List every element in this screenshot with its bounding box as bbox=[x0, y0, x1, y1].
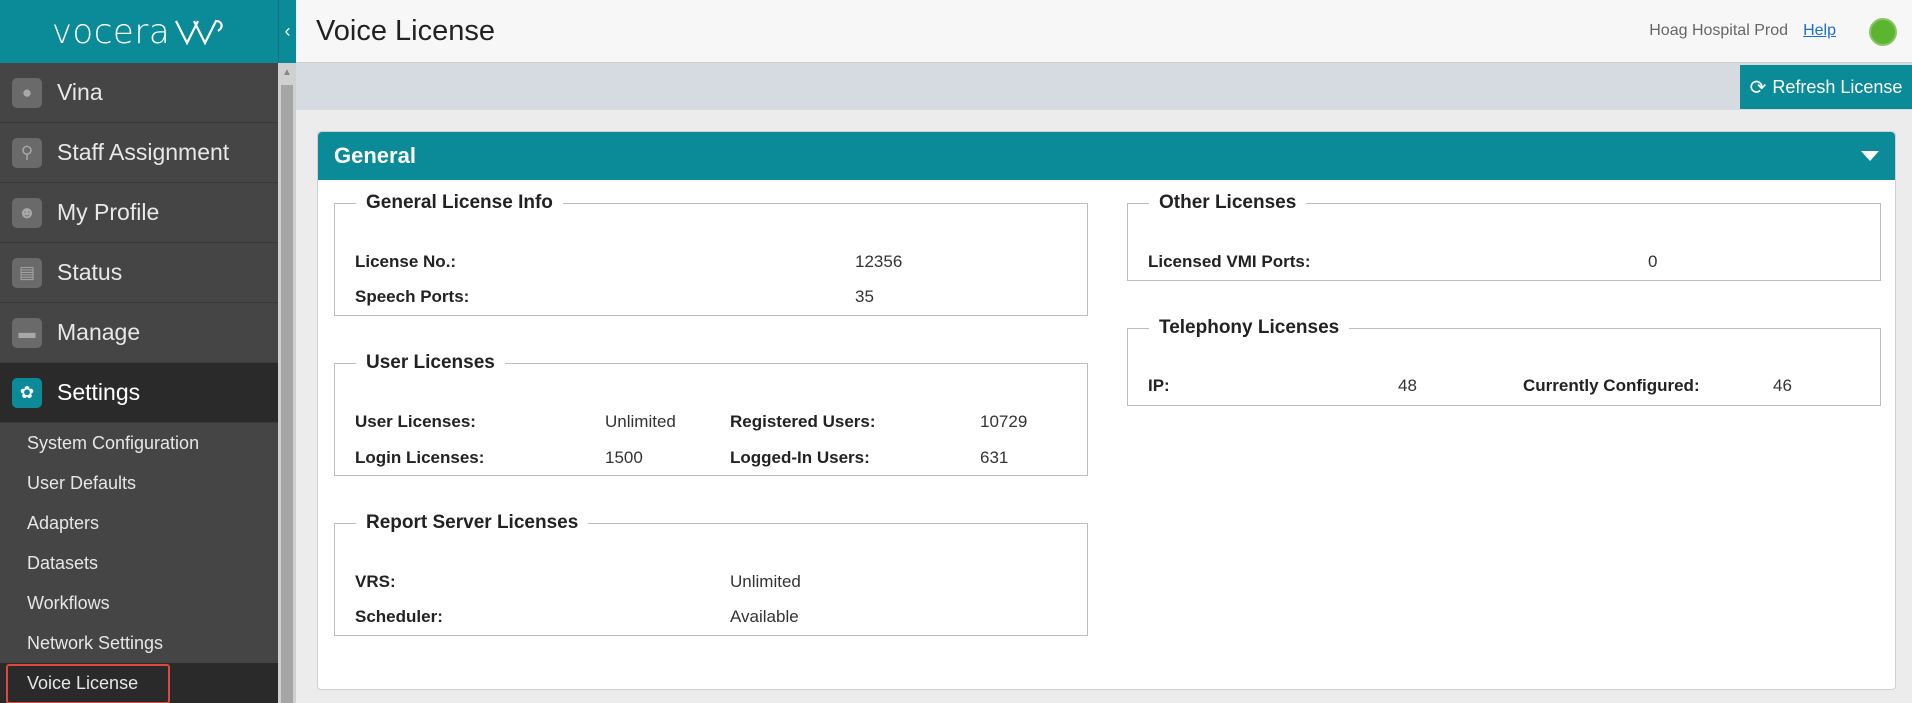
user-licenses-label: User Licenses: bbox=[355, 412, 476, 431]
report-server-licenses-section: Report Server Licenses VRS: Unlimited Sc… bbox=[334, 512, 1088, 636]
login-licenses-value: 1500 bbox=[605, 448, 643, 467]
general-license-info-section: General License Info License No.: 12356 … bbox=[334, 192, 1088, 316]
section-legend: User Licenses bbox=[366, 352, 495, 373]
speech-ports-value: 35 bbox=[855, 287, 874, 306]
subnav-item-user-defaults[interactable]: User Defaults bbox=[0, 463, 278, 503]
nav-item-label: Vina bbox=[57, 79, 103, 105]
panel-title: General bbox=[334, 143, 416, 168]
subnav-item-voice-license[interactable]: Voice License bbox=[0, 663, 278, 703]
speech-ports-label: Speech Ports: bbox=[355, 287, 470, 306]
user-icon: ☻ bbox=[12, 197, 42, 228]
vocera-logo: vocera bbox=[51, 11, 171, 52]
subnav-item-adapters[interactable]: Adapters bbox=[0, 503, 278, 543]
licensed-vmi-ports-label: Licensed VMI Ports: bbox=[1148, 252, 1311, 271]
logo-bar: vocera bbox=[0, 0, 278, 63]
help-link[interactable]: Help bbox=[1803, 22, 1836, 40]
licensed-vmi-ports-value: 0 bbox=[1648, 252, 1658, 271]
registered-users-value: 10729 bbox=[980, 412, 1028, 431]
nav-item-vina[interactable]: ● Vina bbox=[0, 63, 278, 123]
refresh-license-label: Refresh License bbox=[1772, 76, 1903, 97]
section-legend: General License Info bbox=[366, 192, 553, 213]
nav-item-label: My Profile bbox=[57, 199, 160, 225]
nav-item-status[interactable]: ▤ Status bbox=[0, 243, 278, 303]
sidebar-collapse-button[interactable]: ‹ bbox=[278, 0, 296, 63]
logged-in-users-value: 631 bbox=[980, 448, 1009, 467]
sidebar-scrollbar[interactable]: ▲ bbox=[278, 63, 296, 703]
ip-label: IP: bbox=[1148, 376, 1170, 395]
nav-item-my-profile[interactable]: ☻ My Profile bbox=[0, 183, 278, 243]
other-licenses-section: Other Licenses Licensed VMI Ports: 0 bbox=[1127, 192, 1881, 281]
site-name: Hoag Hospital Prod bbox=[1649, 22, 1788, 39]
caret-down-icon[interactable] bbox=[1861, 151, 1879, 161]
nav-item-label: Staff Assignment bbox=[57, 139, 230, 165]
license-no-label: License No.: bbox=[355, 252, 457, 271]
toolbar: ⟳ Refresh License bbox=[296, 63, 1912, 110]
scheduler-value: Available bbox=[730, 607, 799, 626]
status-icon: ▤ bbox=[12, 257, 42, 288]
vocera-logo-mark-icon bbox=[175, 19, 223, 45]
scrollbar-thumb[interactable] bbox=[281, 85, 293, 703]
page-header: Voice License Hoag Hospital Prod Help bbox=[296, 0, 1912, 63]
settings-subnav: System Configuration User Defaults Adapt… bbox=[0, 423, 278, 703]
subnav-item-system-configuration[interactable]: System Configuration bbox=[0, 423, 278, 463]
vrs-label: VRS: bbox=[355, 572, 396, 591]
user-licenses-section: User Licenses User Licenses: Unlimited R… bbox=[334, 352, 1088, 476]
scroll-up-arrow-icon[interactable]: ▲ bbox=[278, 67, 296, 81]
nav-item-label: Settings bbox=[57, 379, 141, 405]
chevron-left-icon: ‹ bbox=[284, 21, 291, 41]
page-title: Voice License bbox=[316, 15, 495, 47]
license-no-value: 12356 bbox=[855, 252, 903, 271]
user-licenses-value: Unlimited bbox=[605, 412, 676, 431]
section-legend: Other Licenses bbox=[1159, 192, 1297, 213]
subnav-item-datasets[interactable]: Datasets bbox=[0, 543, 278, 583]
subnav-item-workflows[interactable]: Workflows bbox=[0, 583, 278, 623]
nav-item-staff-assignment[interactable]: ⚲ Staff Assignment bbox=[0, 123, 278, 183]
chat-icon: ● bbox=[12, 77, 42, 108]
nav-item-label: Manage bbox=[57, 319, 141, 345]
nav-item-settings[interactable]: ✿ Settings bbox=[0, 363, 278, 423]
gear-icon: ✿ bbox=[12, 377, 42, 408]
refresh-icon: ⟳ bbox=[1749, 76, 1767, 99]
ip-value: 48 bbox=[1398, 376, 1417, 395]
currently-configured-label: Currently Configured: bbox=[1523, 376, 1700, 395]
section-legend: Telephony Licenses bbox=[1159, 317, 1340, 338]
subnav-item-network-settings[interactable]: Network Settings bbox=[0, 623, 278, 663]
currently-configured-value: 46 bbox=[1773, 376, 1792, 395]
connection-status-indicator bbox=[1869, 18, 1897, 46]
nav-item-label: Status bbox=[57, 259, 123, 285]
telephony-licenses-section: Telephony Licenses IP: 48 Currently Conf… bbox=[1127, 317, 1881, 406]
people-icon: ⚲ bbox=[12, 137, 42, 168]
login-licenses-label: Login Licenses: bbox=[355, 448, 485, 467]
scheduler-label: Scheduler: bbox=[355, 607, 443, 626]
nav-item-manage[interactable]: ▬ Manage bbox=[0, 303, 278, 363]
section-legend: Report Server Licenses bbox=[366, 512, 579, 533]
general-panel: General General License Info License No.… bbox=[317, 131, 1896, 690]
general-panel-header[interactable]: General bbox=[318, 132, 1895, 180]
vrs-value: Unlimited bbox=[730, 572, 801, 591]
sidebar: vocera ‹ ● Vina ⚲ Staff Assignment ☻ My … bbox=[0, 0, 296, 703]
main-nav: ● Vina ⚲ Staff Assignment ☻ My Profile ▤… bbox=[0, 63, 278, 703]
logged-in-users-label: Logged-In Users: bbox=[730, 448, 870, 467]
briefcase-icon: ▬ bbox=[12, 317, 42, 348]
registered-users-label: Registered Users: bbox=[730, 412, 876, 431]
refresh-license-button[interactable]: ⟳ Refresh License bbox=[1740, 65, 1912, 109]
